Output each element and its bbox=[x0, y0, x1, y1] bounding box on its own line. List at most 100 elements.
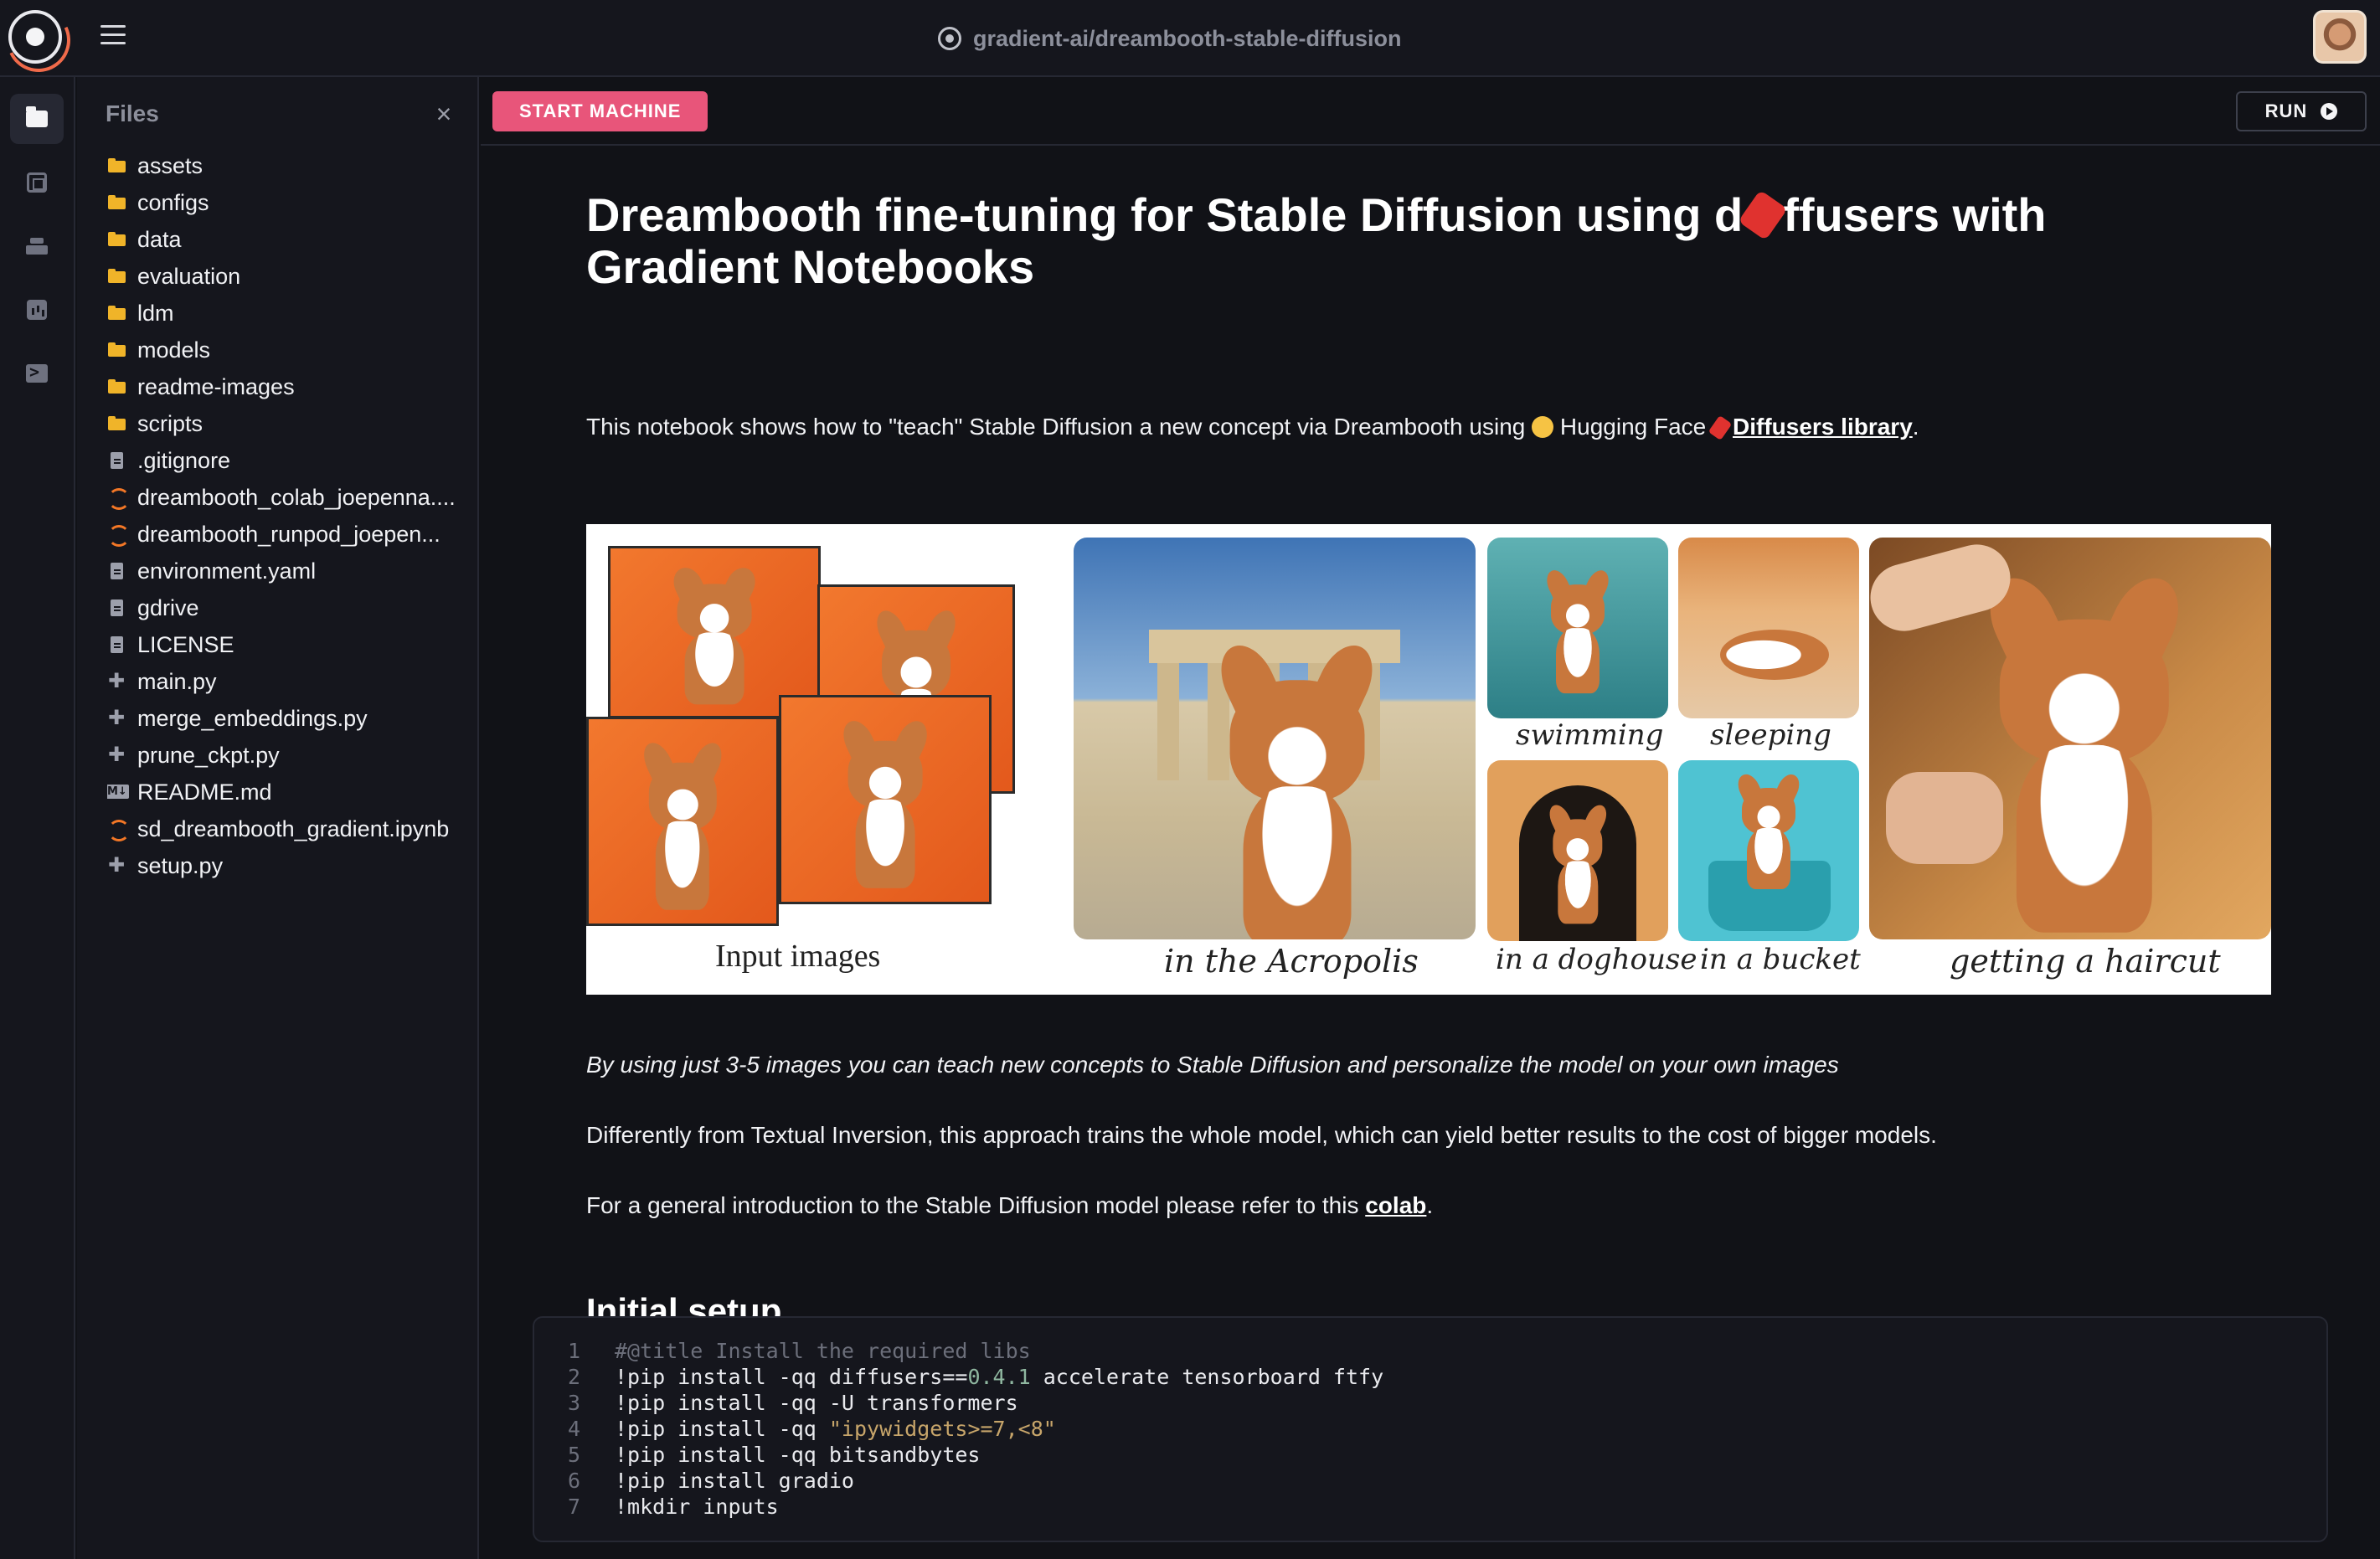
caption-sleeping: sleeping bbox=[1710, 718, 1831, 752]
notebook-title: Dreambooth fine-tuning for Stable Diffus… bbox=[586, 189, 2177, 293]
file-item[interactable]: dreambooth_runpod_joepen... bbox=[107, 516, 476, 553]
run-label: RUN bbox=[2264, 100, 2308, 121]
line-number: 3 bbox=[568, 1391, 581, 1415]
code-token: 0.4.1 bbox=[967, 1365, 1031, 1389]
title-text-1: Dreambooth fine-tuning for Stable Diffus… bbox=[586, 188, 1744, 241]
file-item[interactable]: README.md bbox=[107, 774, 476, 810]
code-token: accelerate tensorboard ftfy bbox=[1030, 1365, 1384, 1389]
file-item[interactable]: merge_embeddings.py bbox=[107, 700, 476, 737]
code-line: 4 !pip install -qq "ipywidgets>=7,<8" bbox=[568, 1416, 1383, 1442]
file-name: dreambooth_runpod_joepen... bbox=[137, 521, 440, 547]
code-line: 5 !pip install -qq bitsandbytes bbox=[568, 1442, 1383, 1468]
pill-emoji-icon bbox=[1738, 189, 1788, 241]
folder-icon bbox=[107, 414, 127, 433]
repo-icon bbox=[938, 27, 961, 50]
file-item[interactable]: sd_dreambooth_gradient.ipynb bbox=[107, 810, 476, 847]
file-icon bbox=[107, 451, 127, 470]
diffusers-library-link[interactable]: Diffusers library bbox=[1708, 414, 1913, 440]
file-item[interactable]: scripts bbox=[107, 405, 476, 442]
colab-link[interactable]: colab bbox=[1365, 1192, 1426, 1218]
file-name: assets bbox=[137, 152, 203, 178]
files-panel: Files × assets configs data evaluation ldm mo… bbox=[77, 77, 479, 1559]
para3-end: . bbox=[1426, 1192, 1434, 1218]
file-name: merge_embeddings.py bbox=[137, 705, 368, 731]
file-name: sd_dreambooth_gradient.ipynb bbox=[137, 816, 450, 841]
rail-terminal-button[interactable] bbox=[10, 348, 64, 399]
file-item[interactable]: configs bbox=[107, 184, 476, 221]
rail-metrics-button[interactable] bbox=[10, 285, 64, 335]
activity-rail bbox=[0, 77, 75, 1559]
line-number: 5 bbox=[568, 1443, 581, 1467]
rail-machine-button[interactable] bbox=[10, 157, 64, 208]
line-number: 7 bbox=[568, 1495, 581, 1519]
code-line: 6 !pip install gradio bbox=[568, 1468, 1383, 1494]
code-line: 1 #@title Install the required libs bbox=[568, 1338, 1383, 1364]
hamburger-menu-icon[interactable] bbox=[100, 25, 126, 50]
acropolis-image bbox=[1074, 538, 1476, 939]
file-name: configs bbox=[137, 189, 209, 215]
python-file-icon bbox=[107, 853, 127, 877]
code-token: "ipywidgets>=7,<8" bbox=[828, 1417, 1056, 1441]
file-item[interactable]: .gitignore bbox=[107, 442, 476, 479]
file-item[interactable]: evaluation bbox=[107, 258, 476, 295]
file-icon bbox=[107, 635, 127, 654]
file-item[interactable]: setup.py bbox=[107, 847, 476, 884]
notebook-icon bbox=[107, 488, 130, 510]
file-tree: assets configs data evaluation ldm models read… bbox=[107, 147, 476, 884]
file-item[interactable]: data bbox=[107, 221, 476, 258]
caption-input-images: Input images bbox=[715, 939, 881, 974]
file-name: README.md bbox=[137, 779, 272, 805]
pill-emoji-icon bbox=[1708, 415, 1733, 440]
title-text-2: ffusers with bbox=[1783, 188, 2047, 241]
folder-icon bbox=[107, 341, 127, 359]
bucket-image bbox=[1678, 760, 1859, 941]
code-token: #@title Install the required libs bbox=[615, 1339, 1031, 1363]
file-item[interactable]: assets bbox=[107, 147, 476, 184]
start-machine-button[interactable]: START MACHINE bbox=[492, 91, 708, 131]
file-name: evaluation bbox=[137, 263, 241, 289]
file-item[interactable]: dreambooth_colab_joepenna.... bbox=[107, 479, 476, 516]
code-cell[interactable]: 1 #@title Install the required libs 2 !pip … bbox=[533, 1316, 2328, 1542]
markdown-cell[interactable]: Dreambooth fine-tuning for Stable Diffus… bbox=[586, 189, 2271, 1330]
chart-icon bbox=[27, 300, 47, 320]
file-name: readme-images bbox=[137, 373, 295, 399]
code-line: 2 !pip install -qq diffusers== 0.4.1 accel… bbox=[568, 1364, 1383, 1390]
code-editor[interactable]: 1 #@title Install the required libs 2 !pip … bbox=[568, 1338, 1383, 1520]
title-text-3: Gradient Notebooks bbox=[586, 240, 1035, 293]
app-logo-icon[interactable] bbox=[8, 10, 62, 64]
file-item[interactable]: LICENSE bbox=[107, 626, 476, 663]
user-avatar[interactable] bbox=[2313, 10, 2367, 64]
caption-bucket: in a bucket bbox=[1700, 943, 1861, 976]
rail-datasets-button[interactable] bbox=[10, 221, 64, 271]
close-icon[interactable]: × bbox=[429, 99, 459, 129]
python-file-icon bbox=[107, 743, 127, 766]
code-token: !pip install -qq -U transformers bbox=[615, 1391, 1018, 1415]
file-item[interactable]: readme-images bbox=[107, 368, 476, 405]
notebook-toolbar: START MACHINE RUN bbox=[481, 77, 2380, 146]
python-file-icon bbox=[107, 706, 127, 729]
rail-files-button[interactable] bbox=[10, 94, 64, 144]
file-name: data bbox=[137, 226, 182, 252]
input-image-1 bbox=[608, 546, 821, 718]
file-icon bbox=[107, 562, 127, 580]
file-name: gdrive bbox=[137, 594, 199, 620]
file-item[interactable]: prune_ckpt.py bbox=[107, 737, 476, 774]
file-name: LICENSE bbox=[137, 631, 234, 657]
file-item[interactable]: models bbox=[107, 332, 476, 368]
play-icon bbox=[2321, 103, 2338, 120]
dreambooth-figure: Input images in the Acropolis swimming s… bbox=[586, 524, 2271, 995]
datasets-icon bbox=[26, 238, 48, 255]
input-image-3 bbox=[586, 717, 779, 926]
file-name: scripts bbox=[137, 410, 203, 436]
intro-mid: Hugging Face bbox=[1553, 414, 1713, 440]
diffusers-link-text: Diffusers library bbox=[1733, 414, 1913, 440]
markdown-icon bbox=[107, 783, 129, 801]
file-item[interactable]: main.py bbox=[107, 663, 476, 700]
file-item[interactable]: gdrive bbox=[107, 589, 476, 626]
textual-inversion-paragraph: Differently from Textual Inversion, this… bbox=[586, 1122, 1937, 1148]
code-token: !pip install -qq bbox=[615, 1417, 829, 1441]
file-item[interactable]: environment.yaml bbox=[107, 553, 476, 589]
file-item[interactable]: ldm bbox=[107, 295, 476, 332]
code-line: 7 !mkdir inputs bbox=[568, 1494, 1383, 1520]
run-button[interactable]: RUN bbox=[2236, 91, 2367, 131]
